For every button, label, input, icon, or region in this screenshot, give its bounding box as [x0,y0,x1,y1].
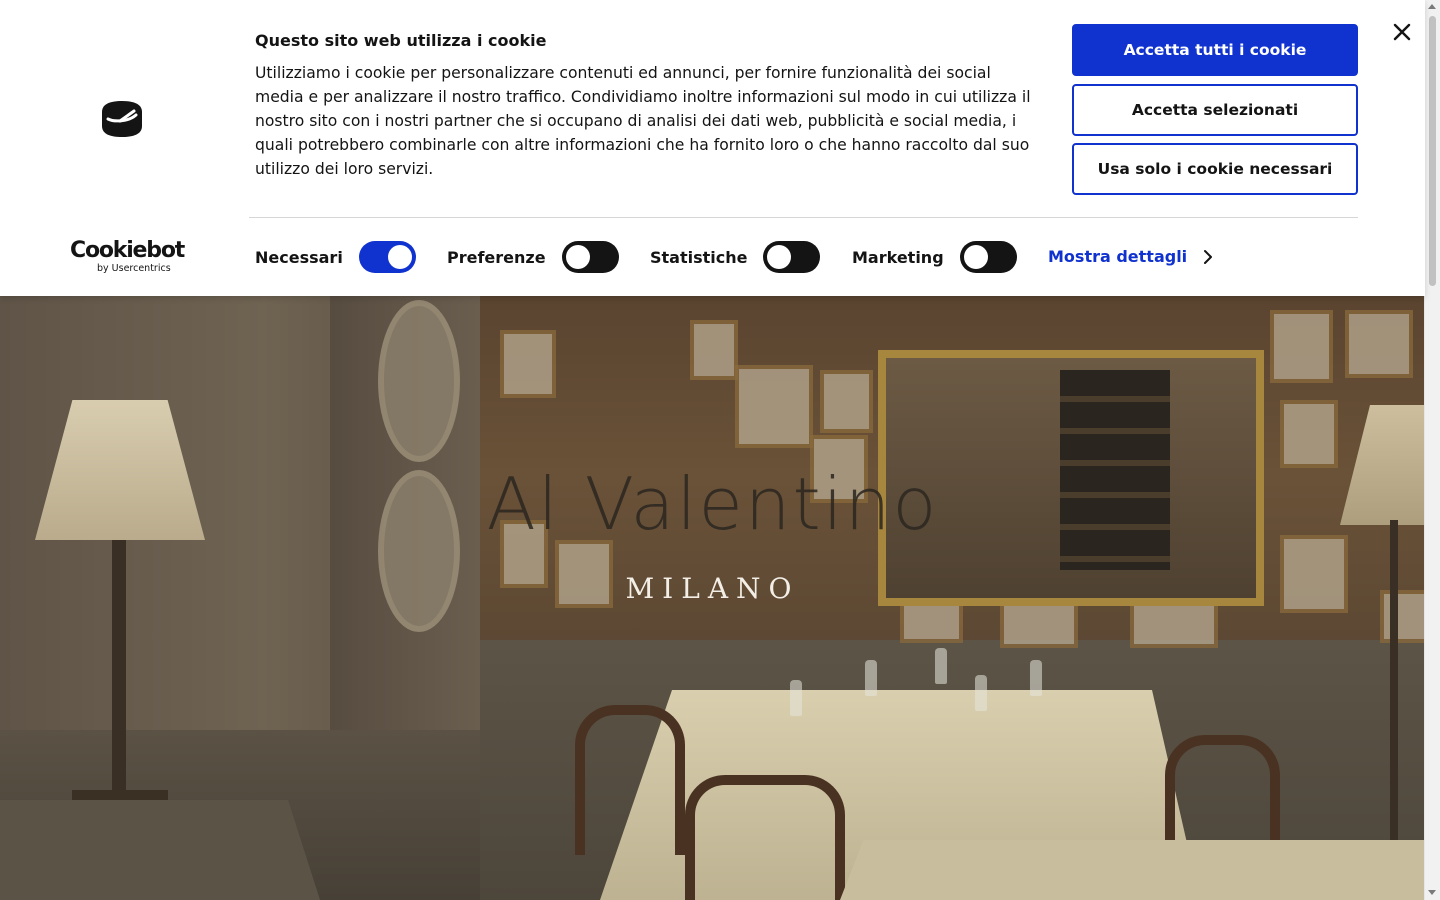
cookie-consent-banner: Cookiebot by Usercentrics Questo sito we… [0,0,1425,296]
wall-picture-frame [1270,310,1333,383]
banner-divider [249,217,1358,218]
toggle-necessary: Necessari [255,241,416,273]
wall-picture-frame [500,330,556,398]
switch-knob [963,245,988,269]
wall-picture-frame [1280,400,1338,468]
switch-knob [565,245,590,269]
wine-glass [790,680,802,716]
wall-picture-frame [1345,310,1413,378]
chair [685,775,845,900]
banner-title: Questo sito web utilizza i cookie [255,31,547,50]
accept-all-button[interactable]: Accetta tutti i cookie [1072,24,1358,76]
toggle-label-preferences: Preferenze [447,247,546,267]
toggle-label-marketing: Marketing [852,247,944,267]
chair [575,705,685,855]
wine-glass [975,675,987,711]
wall-picture-frame [820,370,873,433]
wall-oval-frame [378,300,460,462]
switch-knob [387,245,412,269]
close-icon[interactable] [1390,20,1414,44]
page-scrollbar[interactable] [1424,0,1440,900]
toggle-marketing: Marketing [852,241,1017,273]
show-details-link[interactable]: Mostra dettagli [1048,247,1215,266]
chevron-right-icon [1204,249,1213,264]
accept-selected-button[interactable]: Accetta selezionati [1072,84,1358,136]
switch-knob [767,245,792,269]
wall-picture-frame [690,320,738,380]
scrollbar-thumb[interactable] [1429,16,1436,286]
hero-subtitle: MILANO [625,572,800,605]
show-details-label: Mostra dettagli [1048,247,1188,266]
necessary-switch[interactable] [358,241,416,273]
scroll-down-arrow-icon[interactable] [1428,890,1436,895]
cookiebot-wordmark: Cookiebot [70,238,185,263]
wall-picture-frame [735,365,813,448]
toggle-label-necessary: Necessari [255,247,343,267]
cookiebot-byline: by Usercentrics [97,263,171,274]
statistics-switch[interactable] [763,241,821,273]
wine-glass [1030,660,1042,696]
toggle-statistics: Statistiche [650,241,821,273]
banner-description: Utilizziamo i cookie per personalizzare … [255,64,1031,178]
toggle-label-statistics: Statistiche [650,247,748,267]
marketing-switch[interactable] [959,241,1017,273]
necessary-only-button[interactable]: Usa solo i cookie necessari [1072,143,1358,195]
table-left [0,800,320,900]
wine-glass [865,660,877,696]
hero-title: Al Valentino [486,462,939,546]
wine-glass [935,648,947,684]
table-front [840,840,1425,900]
toggle-preferences: Preferenze [447,241,619,273]
cookiebot-logo-icon [102,101,142,137]
scroll-up-arrow-icon[interactable] [1428,4,1436,9]
cookiebot-brand: Cookiebot by Usercentrics [70,238,185,275]
preferences-switch[interactable] [561,241,619,273]
